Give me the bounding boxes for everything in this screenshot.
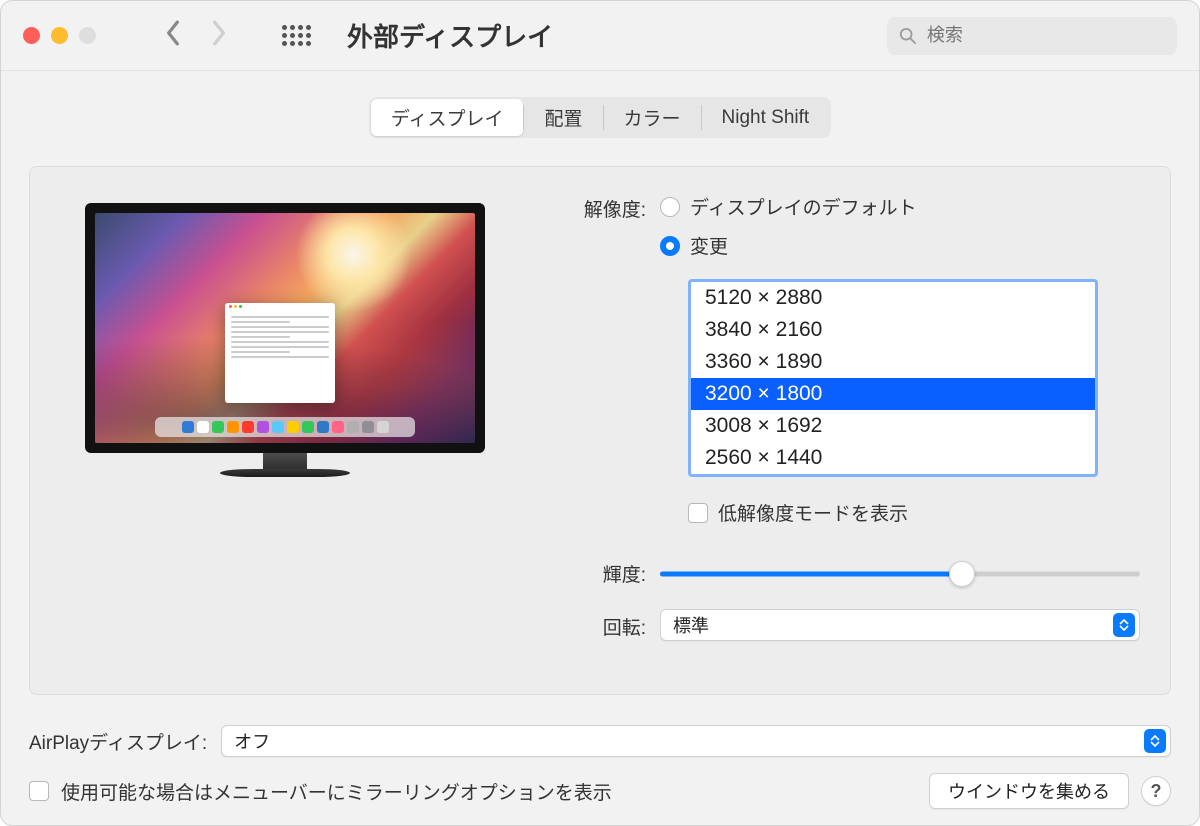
airplay-select[interactable]: オフ [221,725,1171,757]
low-res-label: 低解像度モードを表示 [718,499,908,526]
preview-window-icon [225,303,335,403]
preview-dock-icon [155,417,415,437]
resolution-default-radio[interactable]: ディスプレイのデフォルト [660,193,1098,220]
brightness-slider[interactable] [660,562,1140,586]
content-area: ディスプレイ 配置 カラー Night Shift [1,71,1199,707]
back-button[interactable] [164,20,182,51]
resolution-listbox[interactable]: 5120 × 28803840 × 21603360 × 18903200 × … [688,279,1098,477]
preferences-window: 外部ディスプレイ ディスプレイ 配置 カラー Night Shift [0,0,1200,826]
resolution-scaled-label: 変更 [690,232,728,259]
forward-button [210,20,228,51]
brightness-thumb[interactable] [949,561,975,587]
airplay-value: オフ [234,728,270,754]
brightness-label: 輝度: [560,560,660,587]
search-field[interactable] [887,17,1177,55]
gather-windows-button[interactable]: ウインドウを集める [929,773,1129,809]
rotation-label: 回転: [560,611,660,640]
settings-column: 解像度: ディスプレイのデフォルト 変更 5120 × 28803840 × 2… [560,193,1140,668]
minimize-button[interactable] [51,27,68,44]
resolution-option[interactable]: 3360 × 1890 [691,346,1095,378]
toolbar: 外部ディスプレイ [1,1,1199,71]
display-preview [60,193,510,668]
chevron-updown-icon [1113,613,1135,637]
nav-buttons [164,20,228,51]
rotation-value: 標準 [673,612,709,638]
search-input[interactable] [927,25,1165,46]
monitor-illustration [85,203,485,477]
resolution-label: 解像度: [560,193,660,222]
search-icon [899,26,917,46]
tab-bar: ディスプレイ 配置 カラー Night Shift [369,97,831,138]
airplay-label: AirPlayディスプレイ: [29,728,207,755]
footer: AirPlayディスプレイ: オフ 使用可能な場合はメニューバーにミラーリングオ… [1,707,1199,825]
help-button[interactable]: ? [1141,776,1171,806]
rotation-select[interactable]: 標準 [660,609,1140,641]
low-res-checkbox[interactable] [688,503,708,523]
resolution-option[interactable]: 2560 × 1440 [691,442,1095,474]
resolution-option[interactable]: 3200 × 1800 [691,378,1095,410]
resolution-option[interactable]: 3008 × 1692 [691,410,1095,442]
close-button[interactable] [23,27,40,44]
window-title: 外部ディスプレイ [347,17,553,54]
settings-panel: 解像度: ディスプレイのデフォルト 変更 5120 × 28803840 × 2… [29,166,1171,695]
zoom-button [79,27,96,44]
show-all-button[interactable] [282,25,311,46]
tab-arrangement[interactable]: 配置 [524,99,602,136]
resolution-scaled-radio[interactable]: 変更 [660,232,1098,259]
resolution-option[interactable]: 5120 × 2880 [691,282,1095,314]
tab-display[interactable]: ディスプレイ [371,99,524,136]
mirroring-label: 使用可能な場合はメニューバーにミラーリングオプションを表示 [61,778,612,805]
resolution-option[interactable]: 3840 × 2160 [691,314,1095,346]
tab-color[interactable]: カラー [604,99,701,136]
resolution-default-label: ディスプレイのデフォルト [690,193,917,220]
chevron-updown-icon [1144,729,1166,753]
low-res-checkbox-row[interactable]: 低解像度モードを表示 [688,499,1098,526]
window-controls [23,27,96,44]
mirroring-checkbox[interactable] [29,781,49,801]
tab-nightshift[interactable]: Night Shift [702,99,830,136]
